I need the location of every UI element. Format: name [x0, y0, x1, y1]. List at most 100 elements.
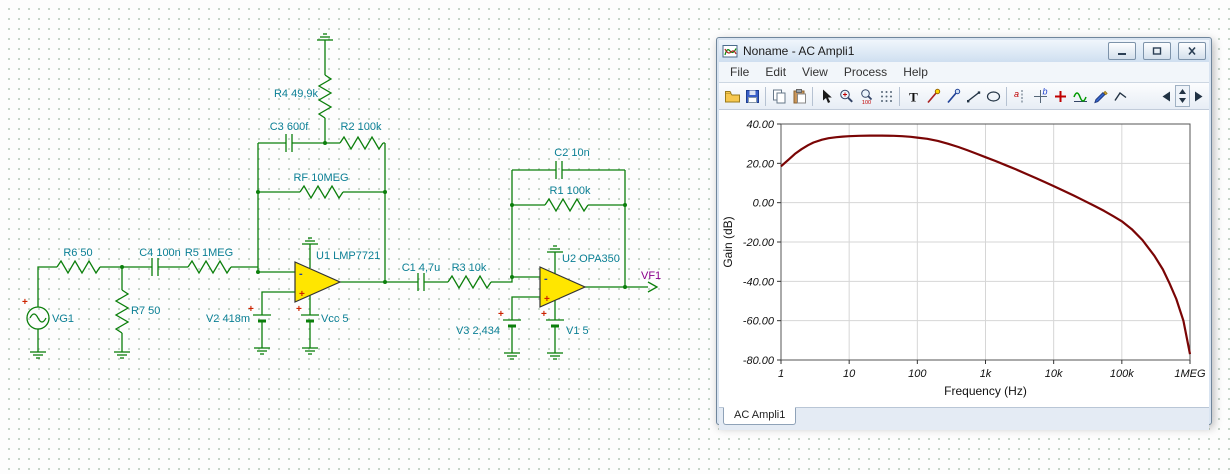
line-tool-button[interactable]: [963, 85, 983, 107]
tab-ac-ampli1[interactable]: AC Ampli1: [723, 407, 797, 425]
open-icon: [724, 90, 740, 102]
component-v3[interactable]: + V3 2,434: [456, 309, 523, 360]
close-button[interactable]: [1178, 42, 1206, 60]
svg-text:Frequency (Hz): Frequency (Hz): [944, 384, 1027, 398]
svg-text:100k: 100k: [1110, 368, 1134, 380]
page-spinner[interactable]: [1175, 85, 1190, 107]
svg-text:R6 50: R6 50: [63, 247, 92, 259]
add-marker-icon: [1054, 90, 1066, 102]
svg-text:0.00: 0.00: [753, 198, 775, 210]
component-r1[interactable]: R1 100k: [544, 185, 591, 212]
cursor-a-icon: a: [1013, 89, 1022, 103]
ellipse-tool-icon: [986, 90, 1000, 102]
svg-text:C3 600f: C3 600f: [270, 121, 309, 133]
text-tool-button[interactable]: T: [903, 85, 923, 107]
prev-icon: [1162, 91, 1170, 101]
titlebar[interactable]: Noname - AC Ampli1: [719, 40, 1209, 62]
menu-view[interactable]: View: [795, 64, 835, 80]
zoom-in-icon: [839, 89, 853, 103]
zoom-100-button[interactable]: 100: [856, 85, 876, 107]
menu-edit[interactable]: Edit: [758, 64, 793, 80]
component-v2[interactable]: + V2 418m: [206, 304, 273, 355]
menu-process[interactable]: Process: [837, 64, 894, 80]
probe-blue-button[interactable]: [943, 85, 963, 107]
component-vg1[interactable]: + VG1: [22, 297, 74, 359]
minimize-button[interactable]: [1108, 42, 1136, 60]
component-c4[interactable]: C4 100n: [139, 247, 181, 277]
save-button[interactable]: [742, 85, 762, 107]
svg-text:R5 1MEG: R5 1MEG: [185, 247, 233, 259]
menu-file[interactable]: File: [723, 64, 756, 80]
component-u1[interactable]: - + U1 LMP7721: [294, 237, 380, 303]
svg-text:10: 10: [843, 368, 856, 380]
component-u2[interactable]: - + U2 OPA350: [539, 245, 620, 308]
schematic-canvas[interactable]: + VG1 R6 50 R7 50 C4 100n R5 1MEG R4 49,…: [0, 0, 710, 440]
svg-text:RF 10MEG: RF 10MEG: [293, 172, 348, 184]
component-r7[interactable]: R7 50: [113, 289, 160, 359]
toolbar-separator: [899, 86, 900, 106]
next-page-button[interactable]: [1191, 85, 1206, 107]
restore-button[interactable]: [1143, 42, 1171, 60]
svg-text:-40.00: -40.00: [743, 276, 775, 288]
page-nav-group: [1159, 85, 1206, 107]
component-r2[interactable]: R2 100k: [339, 121, 384, 150]
svg-text:V3 2,434: V3 2,434: [456, 325, 500, 337]
ellipse-tool-button[interactable]: [983, 85, 1003, 107]
svg-text:C2 10n: C2 10n: [554, 147, 589, 159]
component-r4[interactable]: R4 49,9k: [274, 33, 334, 119]
svg-text:+: +: [296, 304, 302, 315]
component-r5[interactable]: R5 1MEG: [185, 247, 233, 274]
copy-button[interactable]: [769, 85, 789, 107]
svg-text:+: +: [544, 294, 550, 305]
svg-text:-80.00: -80.00: [743, 355, 775, 367]
bode-plot[interactable]: 1 10 100 1k 10k 100k 1MEG 40.00 20.00 0.00 -20.00 -…: [719, 110, 1206, 402]
pen-icon: [1093, 90, 1108, 103]
plot-area[interactable]: 1 10 100 1k 10k 100k 1MEG 40.00 20.00 0.00 -20.00 -…: [719, 110, 1209, 407]
cursor-arrow-icon: [822, 89, 832, 103]
add-marker-button[interactable]: [1050, 85, 1070, 107]
svg-text:U2 OPA350: U2 OPA350: [562, 253, 620, 265]
component-c1[interactable]: C1 4,7u: [402, 262, 441, 292]
component-r6[interactable]: R6 50: [56, 247, 101, 274]
app-icon: [722, 45, 738, 58]
svg-text:+: +: [299, 289, 305, 300]
component-v1[interactable]: + V1 5: [541, 309, 589, 360]
waveform-button[interactable]: [1070, 85, 1090, 107]
grid-button[interactable]: [876, 85, 896, 107]
zoom-in-button[interactable]: [836, 85, 856, 107]
component-vcc[interactable]: + Vcc 5: [296, 304, 349, 355]
probe-red-icon: [926, 88, 940, 103]
probe-blue-icon: [946, 88, 960, 103]
svg-text:1k: 1k: [980, 368, 992, 380]
component-r3[interactable]: R3 10k: [447, 262, 492, 289]
svg-text:10k: 10k: [1045, 368, 1063, 380]
component-vf1[interactable]: VF1: [641, 270, 661, 293]
corner-button[interactable]: [1110, 85, 1130, 107]
pen-button[interactable]: [1090, 85, 1110, 107]
component-c2[interactable]: C2 10n: [554, 147, 590, 180]
paste-button[interactable]: [789, 85, 809, 107]
svg-text:-: -: [299, 268, 303, 280]
open-button[interactable]: [722, 85, 742, 107]
component-c3[interactable]: C3 600f: [270, 121, 309, 153]
grid-icon: [880, 90, 892, 102]
svg-text:100: 100: [908, 368, 927, 380]
component-rf[interactable]: RF 10MEG: [293, 172, 349, 199]
cursor-b-button[interactable]: b: [1030, 85, 1050, 107]
restore-icon: [1152, 47, 1162, 55]
probe-red-button[interactable]: [923, 85, 943, 107]
prev-page-button[interactable]: [1159, 85, 1174, 107]
svg-text:Gain (dB): Gain (dB): [721, 216, 735, 267]
menu-help[interactable]: Help: [896, 64, 935, 80]
select-tool-button[interactable]: [816, 85, 836, 107]
spinner-icon: [1179, 89, 1186, 103]
ac-analysis-window[interactable]: Noname - AC Ampli1 File Edit View Proces…: [716, 37, 1212, 430]
toolbar: 100 T a b: [719, 83, 1209, 110]
svg-text:R4 49,9k: R4 49,9k: [274, 88, 319, 100]
svg-text:R3 10k: R3 10k: [452, 262, 487, 274]
svg-text:R1 100k: R1 100k: [550, 185, 591, 197]
cursor-a-button[interactable]: a: [1010, 85, 1030, 107]
paste-icon: [793, 88, 806, 103]
svg-text:VF1: VF1: [641, 270, 661, 282]
svg-text:-60.00: -60.00: [743, 316, 775, 328]
